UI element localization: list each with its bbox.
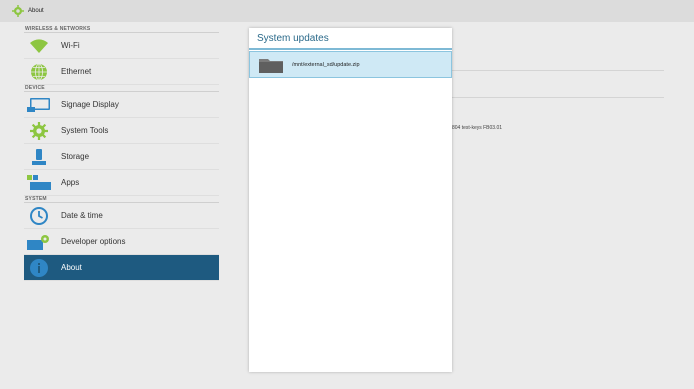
sidebar-item-apps[interactable]: Apps — [24, 170, 219, 196]
sidebar-item-date-time[interactable]: Date & time — [24, 203, 219, 229]
sidebar-item-ethernet[interactable]: Ethernet — [24, 59, 219, 85]
content-divider — [452, 70, 664, 71]
storage-icon — [27, 147, 51, 167]
sidebar-item-label: Apps — [61, 178, 80, 187]
settings-sidebar: WIRELESS & NETWORKS Wi-Fi Ethernet DEVIC… — [24, 26, 219, 281]
sidebar-item-system-tools[interactable]: System Tools — [24, 118, 219, 144]
list-item[interactable]: /mnt/external_sd/update.zip — [249, 51, 452, 78]
section-wireless-networks: WIRELESS & NETWORKS — [24, 26, 219, 33]
sidebar-item-signage-display[interactable]: Signage Display — [24, 92, 219, 118]
sidebar-item-storage[interactable]: Storage — [24, 144, 219, 170]
section-device: DEVICE — [24, 85, 219, 92]
developer-options-icon — [27, 232, 51, 252]
content-divider — [452, 97, 664, 98]
sidebar-item-wifi[interactable]: Wi-Fi — [24, 33, 219, 59]
title-bar: About — [0, 0, 694, 22]
file-path: /mnt/external_sd/update.zip — [292, 61, 360, 68]
gear-icon — [27, 121, 51, 141]
sidebar-item-label: System Tools — [61, 126, 109, 135]
sidebar-item-about[interactable]: About — [24, 255, 219, 281]
sidebar-item-label: Ethernet — [61, 67, 92, 76]
display-icon — [27, 95, 51, 115]
folder-icon — [259, 58, 283, 73]
system-updates-dialog: System updates /mnt/external_sd/update.z… — [249, 28, 452, 372]
apps-icon — [27, 173, 51, 193]
sidebar-item-label: Date & time — [61, 211, 103, 220]
sidebar-item-developer-options[interactable]: Developer options — [24, 229, 219, 255]
gear-icon — [12, 5, 24, 17]
window-title: About — [28, 8, 44, 14]
sidebar-item-label: About — [61, 263, 82, 272]
clock-icon — [27, 206, 51, 226]
info-icon — [27, 258, 51, 278]
sidebar-item-label: Signage Display — [61, 100, 119, 109]
wifi-icon — [27, 36, 51, 56]
sidebar-item-label: Wi-Fi — [61, 41, 80, 50]
sidebar-item-label: Developer options — [61, 237, 126, 246]
build-number-text: 804 test-keys FB03.01 — [452, 125, 503, 131]
sidebar-item-label: Storage — [61, 152, 90, 161]
section-system: SYSTEM — [24, 196, 219, 203]
globe-icon — [27, 62, 51, 82]
dialog-title: System updates — [249, 28, 452, 50]
